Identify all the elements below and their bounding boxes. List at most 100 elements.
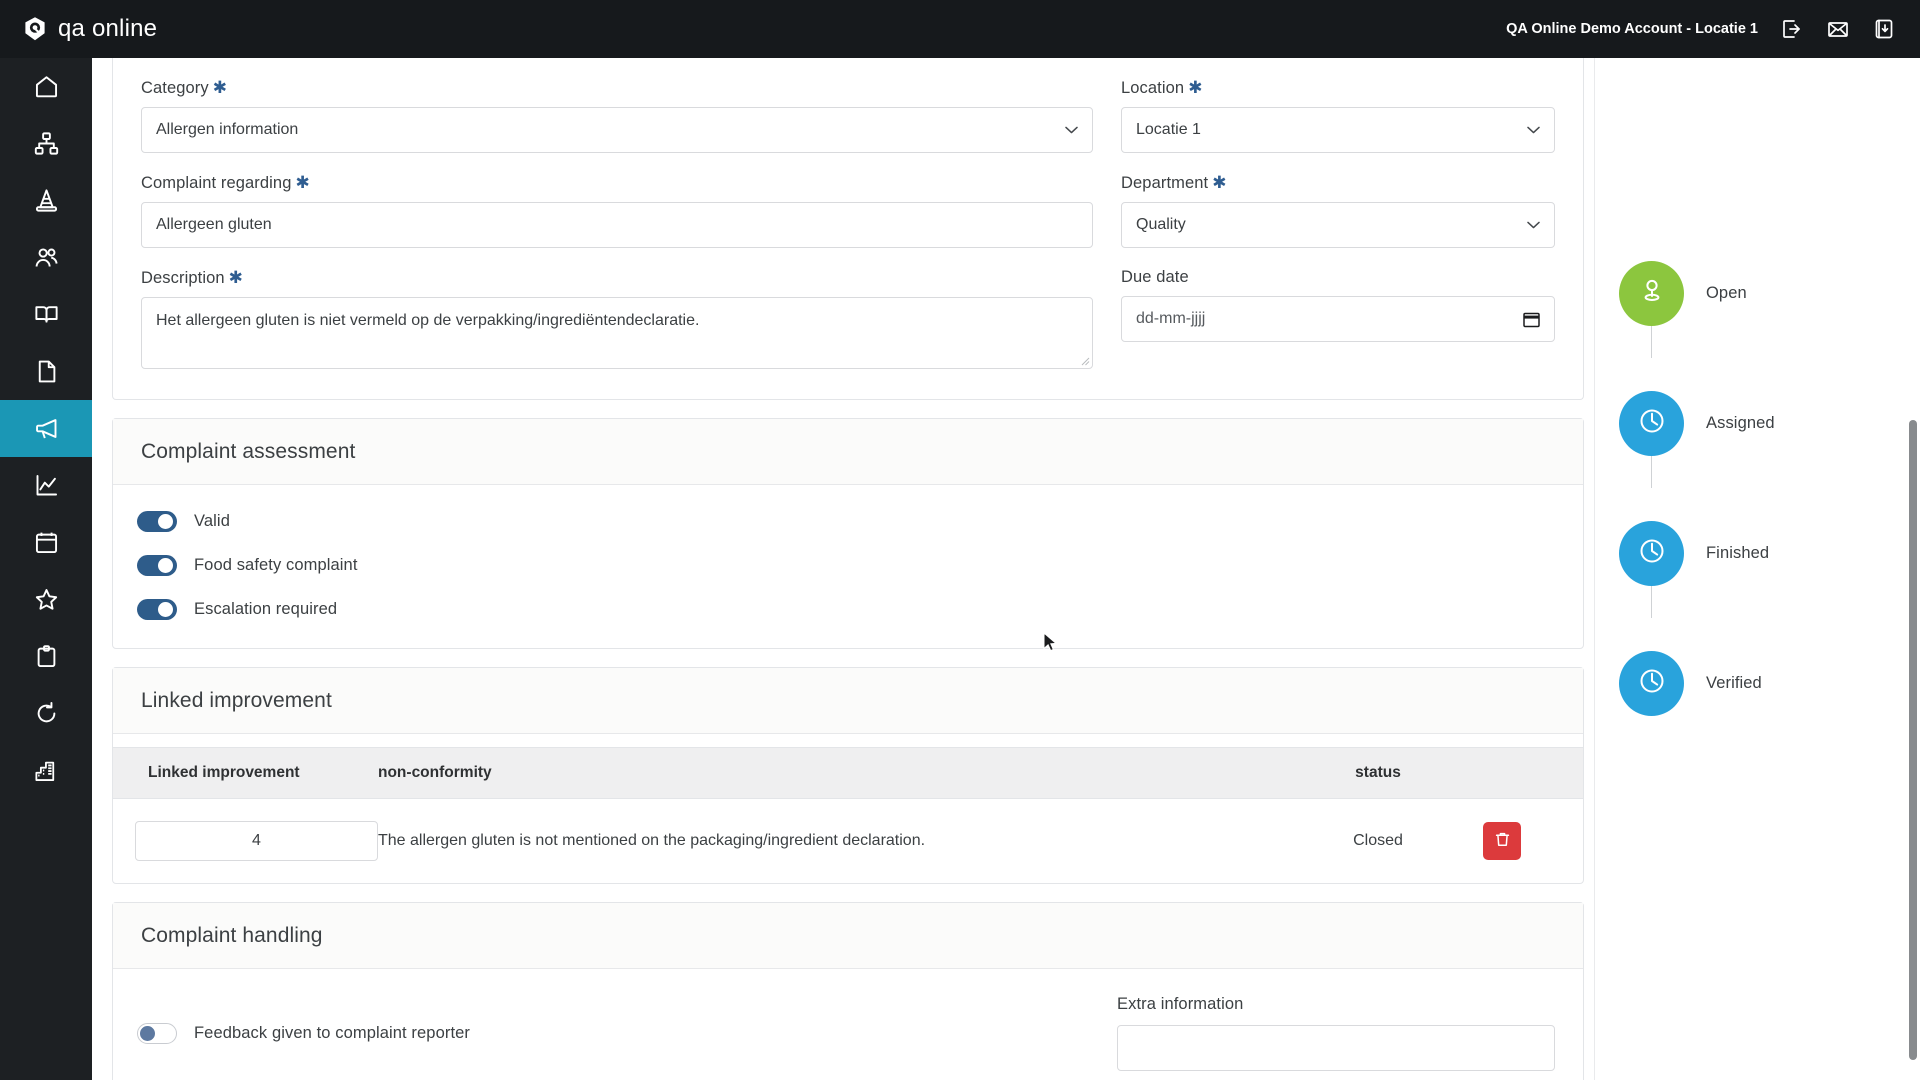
sidebar-item-handbook[interactable]	[0, 286, 92, 343]
sidebar-item-calendar[interactable]	[0, 514, 92, 571]
timeline-dot-assigned	[1619, 390, 1684, 456]
sidebar-item-favorites[interactable]	[0, 571, 92, 628]
calendar-icon[interactable]	[1523, 311, 1540, 328]
feedback-given-toggle-label: Feedback given to complaint reporter	[194, 1023, 470, 1042]
required-asterisk: ✱	[212, 78, 228, 97]
cell-linked-improvement-number	[113, 799, 378, 884]
complaint-details-card: Category ✱ Allergen information Location ✱…	[112, 58, 1584, 400]
timeline-label-assigned: Assigned	[1706, 413, 1775, 432]
star-icon	[33, 586, 60, 613]
top-header-bar: qa online QA Online Demo Account - Locat…	[0, 0, 1920, 58]
field-location: Location ✱ Locatie 1	[1121, 78, 1555, 153]
sidebar-item-history[interactable]	[0, 685, 92, 742]
description-textarea[interactable]: Het allergeen gluten is niet vermeld op …	[141, 297, 1093, 369]
toggle-row-valid[interactable]: Valid	[137, 511, 1555, 532]
clock-icon	[1636, 665, 1668, 702]
chevron-down-icon	[1065, 126, 1078, 134]
required-asterisk: ✱	[228, 268, 243, 287]
extra-information-input[interactable]	[1117, 1025, 1555, 1071]
linked-improvement-title: Linked improvement	[141, 689, 332, 712]
description-label: Description ✱	[141, 268, 243, 287]
feedback-given-toggle[interactable]	[137, 1022, 177, 1044]
category-label: Category ✱	[141, 78, 228, 97]
toggle-row-escalation-required[interactable]: Escalation required	[137, 599, 1555, 620]
food-safety-complaint-toggle[interactable]	[137, 555, 177, 576]
delete-linked-improvement-button[interactable]	[1483, 822, 1521, 860]
col-status: status	[1273, 747, 1483, 799]
document-icon	[33, 358, 60, 385]
brand-logo[interactable]: qa online	[22, 15, 157, 43]
status-timeline: Open Assigned Finished Verified	[1619, 228, 1775, 748]
table-header: Linked improvement non-conformity status	[113, 747, 1583, 799]
complaint-form-column: Category ✱ Allergen information Location ✱…	[112, 58, 1584, 1080]
required-asterisk: ✱	[1212, 173, 1227, 192]
timeline-dot-finished	[1619, 520, 1684, 586]
valid-toggle[interactable]	[137, 511, 177, 532]
timeline-label-finished: Finished	[1706, 543, 1770, 562]
timeline-step-open[interactable]: Open	[1619, 228, 1775, 358]
timeline-step-finished[interactable]: Finished	[1619, 488, 1775, 618]
linked-improvement-card: Linked improvement Linked improvement no…	[112, 667, 1584, 884]
home-icon	[33, 73, 60, 100]
left-sidebar-nav	[0, 58, 92, 1080]
field-department: Department ✱ Quality	[1121, 173, 1555, 248]
complaint-regarding-input[interactable]: Allergeen gluten	[141, 202, 1093, 248]
toggle-row-food-safety-complaint[interactable]: Food safety complaint	[137, 555, 1555, 576]
timeline-step-assigned[interactable]: Assigned	[1619, 358, 1775, 488]
cell-actions	[1483, 799, 1583, 884]
assessment-title: Complaint assessment	[141, 440, 356, 463]
users-icon	[33, 244, 60, 271]
timeline-step-verified[interactable]: Verified	[1619, 618, 1775, 748]
clipboard-icon	[33, 643, 60, 670]
sidebar-item-complaints[interactable]	[0, 400, 92, 457]
building-icon	[33, 757, 60, 784]
field-complaint-regarding: Complaint regarding ✱ Allergeen gluten	[141, 173, 1093, 248]
table-row: The allergen gluten is not mentioned on …	[113, 799, 1583, 884]
page-scrollbar-thumb[interactable]	[1909, 420, 1917, 1060]
line-chart-icon	[33, 472, 60, 499]
sidebar-item-users[interactable]	[0, 229, 92, 286]
mail-icon[interactable]	[1826, 17, 1850, 41]
page-scrollbar-track[interactable]	[1906, 58, 1920, 1080]
field-due-date: Due date dd-mm-jjjj	[1121, 268, 1555, 369]
due-date-input[interactable]: dd-mm-jjjj	[1121, 296, 1555, 342]
field-extra-information: Extra information	[1117, 995, 1555, 1071]
logout-icon[interactable]	[1780, 17, 1804, 41]
linked-improvement-number-input[interactable]	[135, 821, 378, 861]
complaint-handling-title: Complaint handling	[141, 924, 323, 947]
escalation-required-toggle[interactable]	[137, 599, 177, 620]
description-value: Het allergeen gluten is niet vermeld op …	[156, 312, 700, 329]
save-to-document-icon[interactable]	[1872, 17, 1896, 41]
category-select[interactable]: Allergen information	[141, 107, 1093, 153]
assessment-card-header: Complaint assessment	[113, 419, 1583, 485]
location-pin-icon	[1636, 275, 1668, 312]
refresh-icon	[33, 700, 60, 727]
department-value: Quality	[1136, 216, 1186, 233]
required-asterisk: ✱	[295, 173, 310, 192]
clock-icon	[1636, 405, 1668, 442]
sidebar-item-safety[interactable]	[0, 172, 92, 229]
chevron-down-icon	[1527, 221, 1540, 229]
complaint-regarding-value: Allergeen gluten	[156, 216, 272, 233]
location-label: Location ✱	[1121, 78, 1203, 97]
traffic-cone-icon	[33, 187, 60, 214]
calendar-icon	[33, 529, 60, 556]
header-right-group: QA Online Demo Account - Locatie 1	[1506, 17, 1896, 41]
field-category: Category ✱ Allergen information	[141, 78, 1093, 153]
sidebar-item-company[interactable]	[0, 742, 92, 799]
cell-non-conformity: The allergen gluten is not mentioned on …	[378, 832, 926, 849]
toggle-row-feedback-given[interactable]: Feedback given to complaint reporter	[137, 995, 1089, 1071]
col-actions	[1483, 747, 1583, 799]
trash-icon	[1494, 831, 1511, 851]
sidebar-item-documents[interactable]	[0, 343, 92, 400]
sidebar-item-analytics[interactable]	[0, 457, 92, 514]
cell-status: Closed	[1353, 832, 1403, 849]
valid-toggle-label: Valid	[194, 512, 230, 530]
due-date-label: Due date	[1121, 268, 1189, 286]
department-select[interactable]: Quality	[1121, 202, 1555, 248]
sidebar-item-tasks[interactable]	[0, 628, 92, 685]
food-safety-complaint-toggle-label: Food safety complaint	[194, 556, 358, 574]
location-select[interactable]: Locatie 1	[1121, 107, 1555, 153]
sidebar-item-org-chart[interactable]	[0, 115, 92, 172]
sidebar-item-home[interactable]	[0, 58, 92, 115]
